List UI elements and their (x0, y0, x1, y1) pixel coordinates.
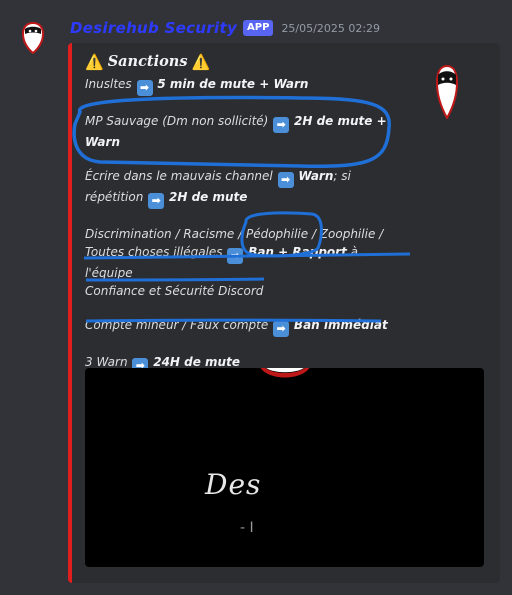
rule-penalty: Warn (298, 169, 334, 183)
rule-label: ; si (333, 169, 351, 183)
avatar-mask-icon (21, 21, 45, 55)
embed-thumbnail[interactable] (435, 64, 459, 121)
rule-label: répétition (85, 190, 144, 204)
arrow-right-icon: ➡ (273, 117, 290, 133)
rule-label: Toutes choses illégales (85, 245, 223, 259)
rule-insults: Inusltes ➡ 5 min de mute + Warn (85, 75, 405, 96)
warning-icon: ⚠️ (85, 53, 104, 71)
arrow-right-icon: ➡ (273, 321, 290, 337)
rule-label: Inusltes (85, 77, 132, 91)
embed-title: ⚠️ Sanctions ⚠️ (85, 51, 405, 73)
arrow-right-icon: ➡ (227, 248, 244, 264)
rule-label: Compte mineur / Faux compte (85, 318, 269, 332)
rule-label: 3 Warn (85, 355, 128, 369)
rule-minor-account: Compte mineur / Faux compte ➡ Ban immédi… (85, 316, 405, 337)
rule-penalty: 24H de mute (153, 355, 240, 369)
rule-mp: MP Sauvage (Dm non sollicité) ➡ 2H de mu… (85, 112, 405, 151)
embed-image[interactable]: Des - I (85, 368, 484, 567)
arrow-right-icon: ➡ (277, 172, 294, 188)
thumbnail-mask-icon (435, 64, 459, 121)
message-header: Desirehub Security APP 25/05/2025 02:29 (70, 18, 380, 38)
arrow-right-icon: ➡ (148, 193, 165, 209)
rule-label: Écrire dans le mauvais channel (85, 169, 273, 183)
arrow-right-icon: ➡ (136, 80, 153, 96)
rule-penalty: 2H de mute (169, 190, 248, 204)
embed-description: ⚠️ Sanctions ⚠️ Inusltes ➡ 5 min de mute… (85, 51, 405, 390)
embed-color-bar (68, 43, 72, 583)
embed-title-text: Sanctions (107, 53, 188, 70)
image-subtext: - I (240, 520, 254, 536)
rule-penalty: Ban immédiat (293, 318, 388, 332)
rule-penalty: 2H de mute + (294, 114, 387, 128)
timestamp: 25/05/2025 02:29 (281, 21, 381, 35)
rule-label: MP Sauvage (Dm non sollicité) (85, 114, 269, 128)
embed-card: ⚠️ Sanctions ⚠️ Inusltes ➡ 5 min de mute… (68, 43, 500, 583)
author-name[interactable]: Desirehub Security (70, 19, 237, 37)
rule-label: Confiance et Sécurité Discord (85, 284, 264, 298)
rule-channel: Écrire dans le mauvais channel ➡ Warn; s… (85, 167, 405, 209)
rule-discrimination: Discrimination / Racisme / Pédophilie / … (85, 225, 405, 300)
image-logo-text: Des (205, 468, 262, 501)
app-badge: APP (243, 20, 274, 36)
mask-logo-icon (260, 368, 310, 378)
warning-icon: ⚠️ (191, 53, 211, 71)
rule-penalty: Ban + Rapport (248, 245, 347, 259)
rule-penalty: Warn (85, 135, 120, 149)
rule-penalty: 5 min de mute + Warn (157, 77, 309, 91)
avatar[interactable] (21, 21, 45, 55)
rule-label: Discrimination / Racisme / Pédophilie / … (85, 227, 384, 241)
